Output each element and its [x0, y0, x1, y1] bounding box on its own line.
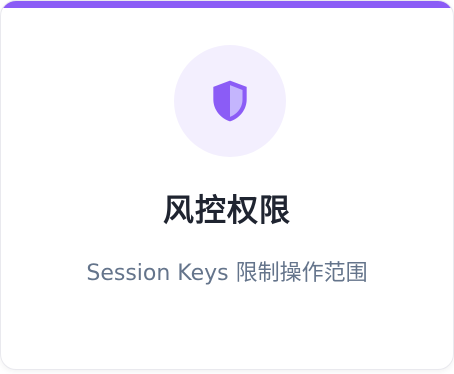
shield-icon [213, 80, 247, 122]
card-subtitle: Session Keys 限制操作范围 [86, 261, 368, 286]
card-title: 风控权限 [163, 193, 291, 229]
risk-control-card: 风控权限 Session Keys 限制操作范围 [0, 0, 454, 370]
icon-badge [174, 45, 286, 157]
accent-bar [1, 1, 453, 8]
